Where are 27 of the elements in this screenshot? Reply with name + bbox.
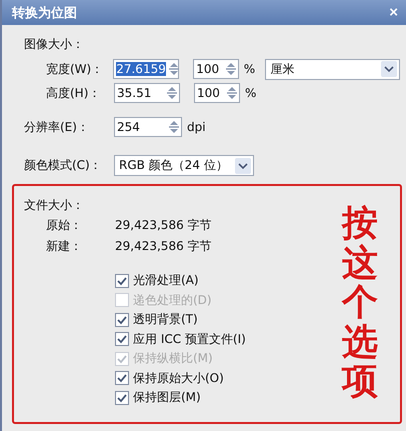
annotation-text: 按这个选项 [342, 204, 378, 404]
info-value: 29,423,586 字节 [115, 217, 212, 234]
checkbox-label[interactable]: 保持图层(M) [133, 389, 201, 406]
unit-label: % [244, 62, 256, 76]
info-value: 29,423,586 字节 [115, 238, 212, 255]
unit-dropdown[interactable]: 厘米 [265, 58, 400, 80]
spin-field[interactable]: 100 [193, 59, 239, 79]
spin-field[interactable]: 35.51 [114, 83, 180, 103]
window-title: 转换为位图 [12, 4, 77, 22]
spin-field[interactable]: 100 [194, 83, 240, 103]
section-heading: 图像大小： [24, 36, 85, 53]
unit-label: dpi [187, 120, 207, 134]
checkbox-label[interactable]: 保持原始大小(O) [133, 370, 224, 387]
checkbox-label[interactable]: 透明背景(T) [133, 311, 198, 328]
field-label: 高度(H)： [46, 84, 102, 102]
section-heading: 文件大小： [24, 197, 85, 214]
color-mode-dropdown[interactable]: RGB 颜色（24 位） [114, 155, 254, 176]
checkbox-label[interactable]: 光滑处理(A) [133, 272, 199, 290]
field-label: 颜色模式(C)： [24, 157, 103, 174]
field-label: 分辨率(E)： [24, 118, 90, 136]
spin-field[interactable]: 254 [114, 117, 182, 137]
checkbox-label[interactable]: 应用 ICC 预置文件(I) [133, 330, 246, 348]
unit-label: % [245, 86, 258, 100]
info-label: 原始： [46, 217, 83, 234]
field-label: 宽度(W)： [46, 60, 104, 78]
spin-field[interactable]: 27.6159 [113, 59, 180, 79]
info-label: 新建： [46, 238, 83, 255]
